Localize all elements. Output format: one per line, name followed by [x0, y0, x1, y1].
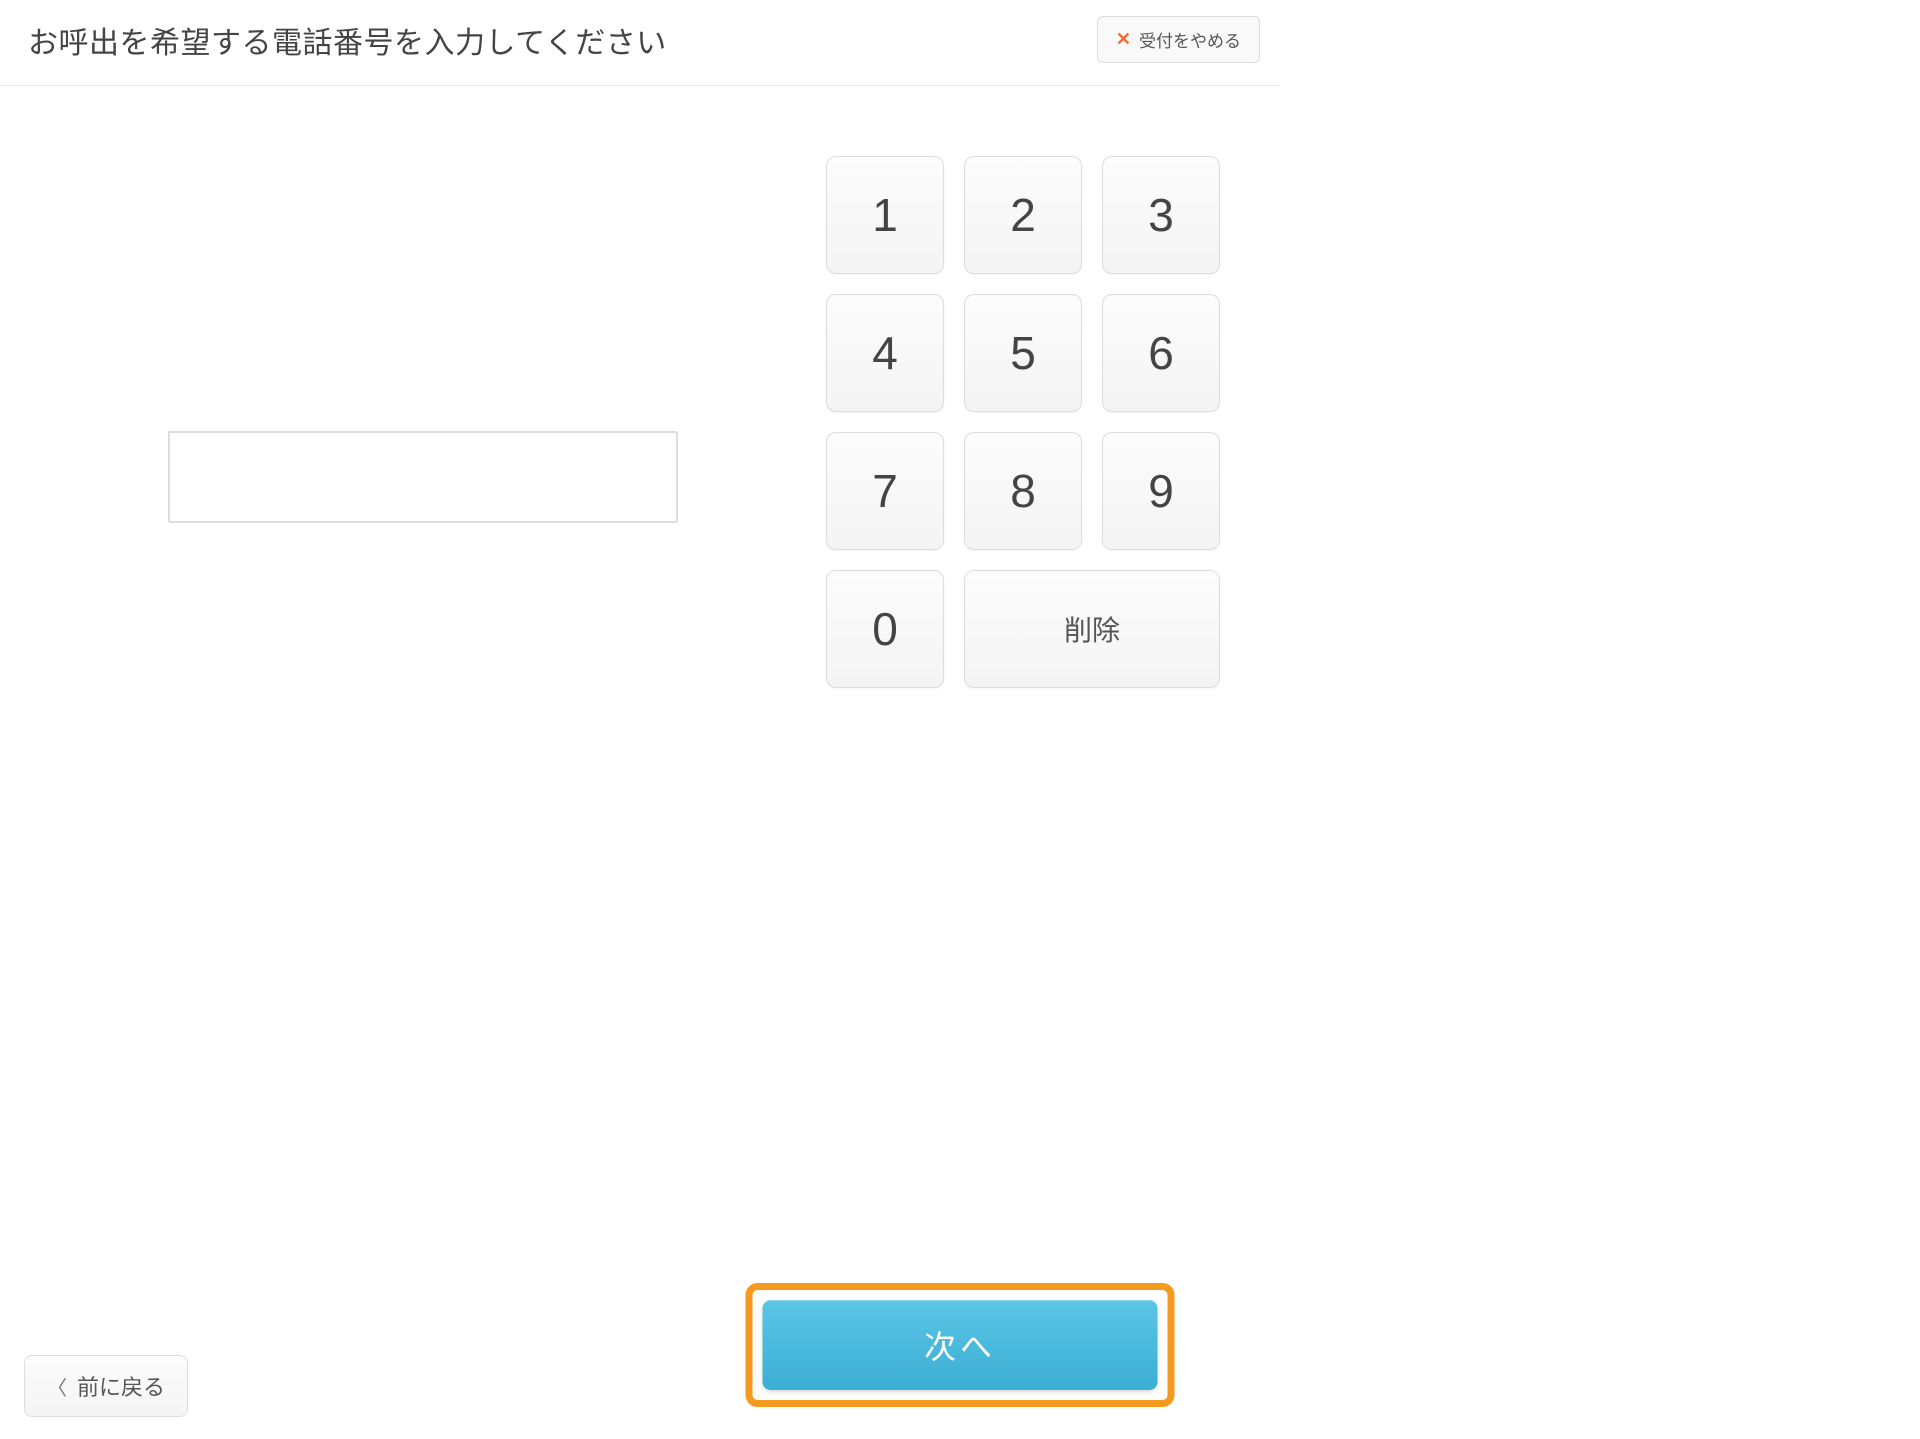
cancel-button[interactable]: ✕ 受付をやめる: [1097, 16, 1260, 63]
keypad-0[interactable]: 0: [826, 570, 944, 688]
keypad-4[interactable]: 4: [826, 294, 944, 412]
keypad-5[interactable]: 5: [964, 294, 1082, 412]
cancel-label: 受付をやめる: [1139, 27, 1241, 52]
keypad-6[interactable]: 6: [1102, 294, 1220, 412]
next-highlight: 次へ: [746, 1283, 1175, 1407]
keypad-2[interactable]: 2: [964, 156, 1082, 274]
back-label: 前に戻る: [77, 1370, 165, 1402]
main-area: 1 2 3 4 5 6 7 8 9 0 削除: [0, 86, 1280, 688]
keypad-3[interactable]: 3: [1102, 156, 1220, 274]
chevron-left-icon: 〈: [47, 1372, 67, 1401]
phone-input[interactable]: [168, 431, 678, 523]
keypad-1[interactable]: 1: [826, 156, 944, 274]
footer: 〈 前に戻る 次へ: [0, 1355, 1920, 1417]
keypad-delete[interactable]: 削除: [964, 570, 1220, 688]
keypad-8[interactable]: 8: [964, 432, 1082, 550]
keypad-9[interactable]: 9: [1102, 432, 1220, 550]
input-area: [60, 146, 786, 688]
keypad: 1 2 3 4 5 6 7 8 9 0 削除: [826, 146, 1220, 688]
page-title: お呼出を希望する電話番号を入力してください: [28, 18, 667, 62]
next-button[interactable]: 次へ: [763, 1300, 1158, 1390]
close-icon: ✕: [1116, 29, 1131, 50]
back-button[interactable]: 〈 前に戻る: [24, 1355, 188, 1417]
header: お呼出を希望する電話番号を入力してください ✕ 受付をやめる: [0, 0, 1280, 86]
keypad-7[interactable]: 7: [826, 432, 944, 550]
